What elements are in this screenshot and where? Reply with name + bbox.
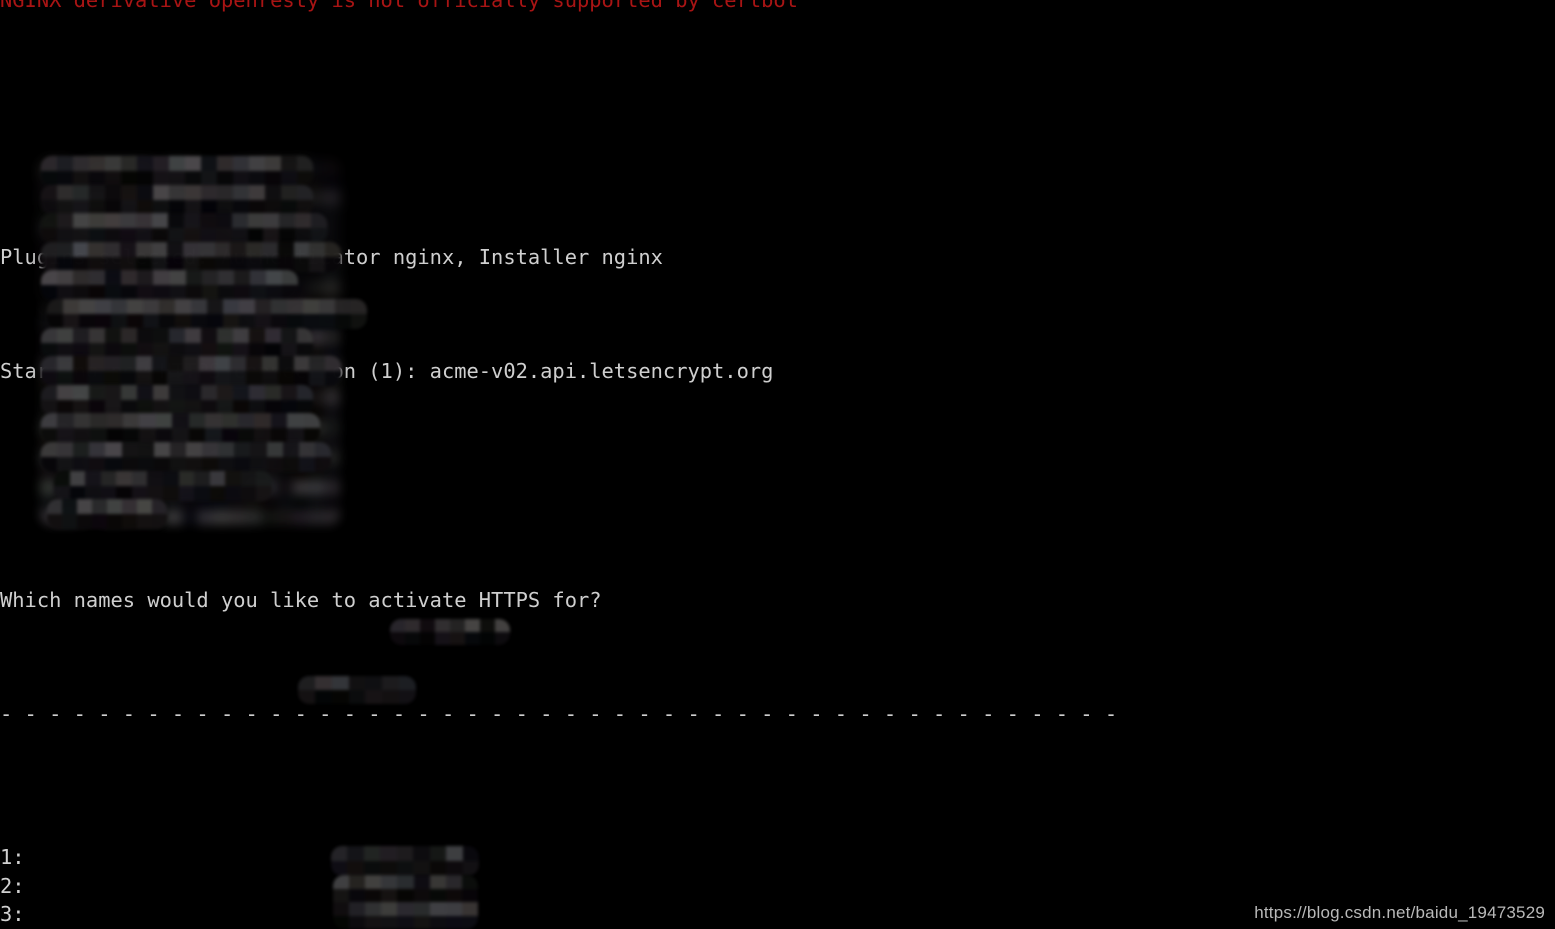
- domain-item-number: 3:: [0, 902, 25, 927]
- terminal-screen: NGINX derivative openresty is not offici…: [0, 0, 1555, 929]
- domain-item-number: 2:: [0, 873, 25, 898]
- csdn-watermark: https://blog.csdn.net/baidu_19473529: [1254, 903, 1545, 922]
- https-connection-line: Starting new HTTPS connection (1): acme-…: [0, 359, 774, 384]
- question-line: Which names would you like to activate H…: [0, 587, 602, 612]
- domain-list-item[interactable]: 1:: [0, 843, 1555, 872]
- separator-top: - - - - - - - - - - - - - - - - - - - - …: [0, 702, 1118, 727]
- domain-item-number: 1:: [0, 845, 25, 870]
- terminal-window[interactable]: NGINX derivative openresty is not offici…: [0, 0, 1555, 929]
- warning-line-openresty: NGINX derivative openresty is not offici…: [0, 0, 798, 12]
- plugins-selected-line: Plugins selected: Authenticator nginx, I…: [0, 244, 663, 269]
- domain-list-item[interactable]: 2:: [0, 872, 1555, 901]
